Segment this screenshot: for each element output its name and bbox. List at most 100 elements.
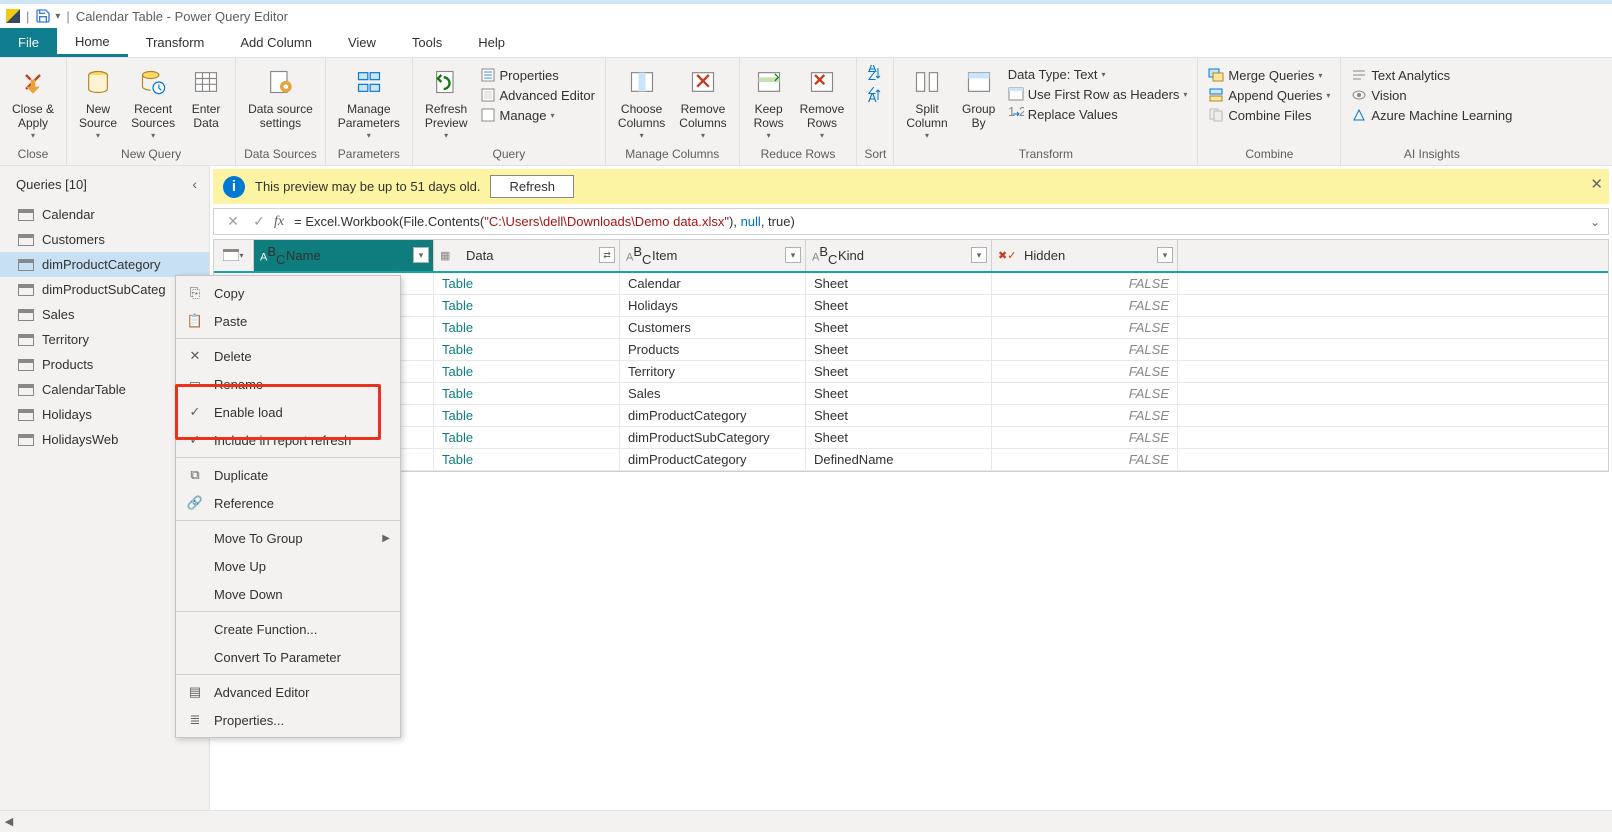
cell-data[interactable]: Table [434, 339, 620, 360]
remove-rows-button[interactable]: Remove Rows▾ [794, 64, 851, 142]
recent-sources-button[interactable]: Recent Sources▾ [125, 64, 181, 142]
info-text: This preview may be up to 51 days old. [255, 179, 480, 194]
sort-desc-button[interactable]: ZA [863, 86, 887, 104]
vision-button[interactable]: Vision [1347, 86, 1516, 104]
cancel-formula-icon[interactable]: ✕ [222, 213, 244, 230]
query-item[interactable]: Calendar [0, 202, 209, 227]
group-by-button[interactable]: Group By [956, 64, 1002, 133]
sort-asc-button[interactable]: AZ [863, 64, 887, 82]
horizontal-scrollbar[interactable]: ◀ [0, 810, 1612, 832]
table-row[interactable]: 6TableSalesSheetFALSE [214, 383, 1608, 405]
cell-data[interactable]: Table [434, 273, 620, 294]
table-row[interactable]: 3TableCustomersSheetFALSE [214, 317, 1608, 339]
group-label-ai: AI Insights [1347, 147, 1516, 163]
ctx-move-up[interactable]: Move Up [176, 552, 400, 580]
group-label-query: Query [419, 147, 599, 163]
choose-columns-button[interactable]: Choose Columns▾ [612, 64, 671, 142]
text-analytics-button[interactable]: Text Analytics [1347, 66, 1516, 84]
collapse-pane-icon[interactable]: ‹ [192, 176, 197, 192]
replace-values-button[interactable]: 12Replace Values [1004, 105, 1192, 123]
formula-text[interactable]: = Excel.Workbook(File.Contents("C:\Users… [294, 214, 1586, 230]
ctx-copy[interactable]: ⎘Copy [176, 279, 400, 307]
ctx-reference[interactable]: 🔗Reference [176, 489, 400, 517]
table-row[interactable]: 7TabledimProductCategorySheetFALSE [214, 405, 1608, 427]
refresh-preview-button[interactable]: Refresh Preview▾ [419, 64, 474, 142]
ctx-rename[interactable]: ▭Rename [176, 370, 400, 398]
tab-home[interactable]: Home [57, 28, 128, 57]
column-header-hidden[interactable]: ✖✓Hidden▾ [992, 240, 1178, 271]
check-icon: ✓ [186, 403, 204, 421]
cell-data[interactable]: Table [434, 317, 620, 338]
commit-formula-icon[interactable]: ✓ [248, 213, 270, 230]
manage-button[interactable]: Manage ▾ [476, 106, 599, 124]
tab-tools[interactable]: Tools [394, 28, 460, 57]
table-row[interactable]: 5TableTerritorySheetFALSE [214, 361, 1608, 383]
manage-parameters-button[interactable]: Manage Parameters▾ [332, 64, 406, 142]
cell-data[interactable]: Table [434, 295, 620, 316]
ctx-create-function[interactable]: Create Function... [176, 615, 400, 643]
cell-data[interactable]: Table [434, 383, 620, 404]
cell-data[interactable]: Table [434, 427, 620, 448]
tab-help[interactable]: Help [460, 28, 523, 57]
ribbon-tabs: File Home Transform Add Column View Tool… [0, 28, 1612, 58]
first-row-headers-button[interactable]: Use First Row as Headers ▾ [1004, 85, 1192, 103]
column-header-data[interactable]: ▦Data⇄ [434, 240, 620, 271]
table-row[interactable]: 9TabledimProductCategoryDefinedNameFALSE [214, 449, 1608, 471]
svg-text:A: A [868, 90, 877, 103]
ctx-move-down[interactable]: Move Down [176, 580, 400, 608]
cell-data[interactable]: Table [434, 405, 620, 426]
scroll-left-icon[interactable]: ◀ [0, 815, 18, 828]
column-header-name[interactable]: ABCName▾ [254, 240, 434, 271]
query-item-selected[interactable]: dimProductCategory [0, 252, 209, 277]
ctx-enable-load[interactable]: ✓Enable load [176, 398, 400, 426]
tab-file[interactable]: File [0, 28, 57, 57]
properties-button[interactable]: Properties [476, 66, 599, 84]
filter-dropdown-icon[interactable]: ▾ [971, 247, 987, 263]
ctx-delete[interactable]: ✕Delete [176, 342, 400, 370]
tab-transform[interactable]: Transform [128, 28, 223, 57]
ctx-duplicate[interactable]: ⧉Duplicate [176, 461, 400, 489]
merge-queries-button[interactable]: Merge Queries ▾ [1204, 66, 1334, 84]
column-header-kind[interactable]: ABCKind▾ [806, 240, 992, 271]
data-type-button[interactable]: Data Type: Text ▾ [1004, 66, 1192, 83]
tab-add-column[interactable]: Add Column [222, 28, 330, 57]
new-source-button[interactable]: New Source▾ [73, 64, 123, 142]
qat-dropdown-icon[interactable]: ▾ [55, 11, 60, 22]
data-source-settings-button[interactable]: Data source settings [242, 64, 319, 133]
close-infobar-icon[interactable]: ✕ [1590, 175, 1603, 193]
append-queries-button[interactable]: Append Queries ▾ [1204, 86, 1334, 104]
cell-data[interactable]: Table [434, 449, 620, 470]
keep-rows-button[interactable]: Keep Rows▾ [746, 64, 792, 142]
filter-dropdown-icon[interactable]: ▾ [785, 247, 801, 263]
advanced-editor-button[interactable]: Advanced Editor [476, 86, 599, 104]
column-header-item[interactable]: ABCItem▾ [620, 240, 806, 271]
ctx-move-to-group[interactable]: Move To Group▶ [176, 524, 400, 552]
check-icon: ✓ [186, 431, 204, 449]
table-row[interactable]: 8TabledimProductSubCategorySheetFALSE [214, 427, 1608, 449]
close-apply-button[interactable]: Close & Apply▾ [6, 64, 60, 142]
tab-view[interactable]: View [330, 28, 394, 57]
filter-dropdown-icon[interactable]: ▾ [1157, 247, 1173, 263]
table-row[interactable]: 2TableHolidaysSheetFALSE [214, 295, 1608, 317]
ctx-include-refresh[interactable]: ✓Include in report refresh [176, 426, 400, 454]
refresh-button[interactable]: Refresh [490, 175, 574, 198]
cell-data[interactable]: Table [434, 361, 620, 382]
filter-dropdown-icon[interactable]: ▾ [413, 247, 429, 263]
expand-formula-icon[interactable]: ⌄ [1590, 215, 1600, 229]
cell-item: dimProductCategory [620, 449, 806, 470]
table-icon [18, 309, 34, 321]
ctx-properties[interactable]: ≣Properties... [176, 706, 400, 734]
enter-data-button[interactable]: Enter Data [183, 64, 229, 133]
formula-bar: ✕ ✓ fx = Excel.Workbook(File.Contents("C… [213, 208, 1609, 235]
table-type-icon: ▦ [440, 249, 462, 262]
split-column-button[interactable]: Split Column▾ [900, 64, 953, 142]
save-icon[interactable] [35, 8, 51, 24]
table-row[interactable]: 1TableCalendarSheetFALSE [214, 273, 1608, 295]
table-row[interactable]: 4TableProductsSheetFALSE [214, 339, 1608, 361]
expand-column-icon[interactable]: ⇄ [599, 247, 615, 263]
query-item[interactable]: Customers [0, 227, 209, 252]
select-all-corner[interactable]: ▾ [214, 240, 254, 271]
remove-columns-button[interactable]: Remove Columns▾ [673, 64, 732, 142]
azure-ml-button[interactable]: Azure Machine Learning [1347, 106, 1516, 124]
ctx-advanced-editor[interactable]: ▤Advanced Editor [176, 678, 400, 706]
